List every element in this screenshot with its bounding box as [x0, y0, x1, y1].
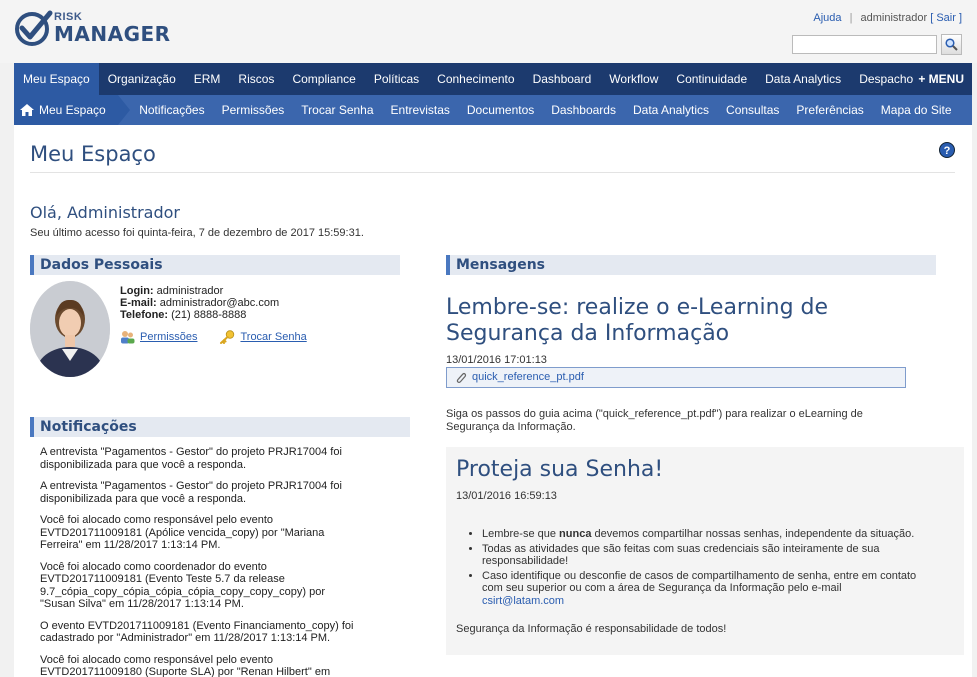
change-password-link[interactable]: Trocar Senha	[219, 330, 307, 344]
message-1-title: Lembre-se: realize o e-Learning de Segur…	[446, 295, 829, 346]
logo-text-main: MANAGER	[54, 22, 171, 46]
sub-nav-item-permissoes[interactable]: Permissões	[213, 95, 293, 125]
main-nav-item-workflow[interactable]: Workflow	[600, 63, 667, 95]
search-icon	[945, 38, 958, 51]
personal-data-heading: Dados Pessoais	[30, 255, 400, 275]
notification-item: A entrevista "Pagamentos - Gestor" do pr…	[40, 446, 342, 471]
main-nav-item-conhecimento[interactable]: Conhecimento	[428, 63, 523, 95]
last-access-text: Seu último acesso foi quinta-feira, 7 de…	[30, 227, 364, 239]
messages-heading: Mensagens	[446, 255, 936, 275]
sub-nav-item-mapa-do-site[interactable]: Mapa do Site	[872, 95, 960, 125]
message-1-body: Siga os passos do guia acima ("quick_ref…	[446, 408, 863, 433]
main-nav-item-politicas[interactable]: Políticas	[365, 63, 428, 95]
search-input[interactable]	[792, 35, 937, 54]
main-nav-item-organizacao[interactable]: Organização	[99, 63, 185, 95]
bracket-open: [	[930, 12, 934, 24]
sub-nav-item-documentos[interactable]: Documentos	[458, 95, 542, 125]
change-password-link-label: Trocar Senha	[240, 331, 307, 343]
email-label: E-mail:	[120, 297, 157, 309]
main-nav-item-compliance[interactable]: Compliance	[283, 63, 364, 95]
bracket-close: ]	[958, 12, 962, 24]
main-nav: Meu Espaço Organização ERM Riscos Compli…	[14, 63, 972, 95]
key-icon	[220, 330, 235, 344]
sub-nav-item-consultas[interactable]: Consultas	[718, 95, 788, 125]
main-nav-item-riscos[interactable]: Riscos	[229, 63, 283, 95]
message-2-bullets: Lembre-se que nunca devemos compartilhar…	[482, 528, 922, 609]
notification-item: Você foi alocado como coordenador do eve…	[40, 560, 325, 611]
phone-value: (21) 8888-8888	[171, 309, 247, 321]
phone-label: Telefone:	[120, 309, 169, 321]
separator: |	[849, 12, 853, 24]
users-icon	[121, 331, 135, 344]
page: RISK MANAGER Ajuda | administrador [ Sai…	[0, 0, 977, 677]
more-menu-button[interactable]: + MENU	[918, 63, 964, 95]
personal-info: Login: administrador E-mail: administrad…	[120, 285, 279, 321]
bullet-1-post: devemos compartilhar nossas senhas, inde…	[591, 528, 915, 540]
home-icon	[20, 104, 34, 116]
notifications-heading: Notificações	[30, 417, 410, 437]
main-nav-item-despacho[interactable]: Despacho	[850, 63, 922, 95]
avatar	[30, 281, 110, 377]
email-value: administrador@abc.com	[159, 297, 280, 309]
message-2-title: Proteja sua Senha!	[456, 457, 664, 482]
help-icon[interactable]: ?	[939, 142, 955, 158]
permissions-link-label: Permissões	[140, 331, 198, 343]
sub-nav-item-entrevistas[interactable]: Entrevistas	[382, 95, 458, 125]
bullet-3-text: Caso identifique ou desconfie de casos d…	[482, 569, 917, 595]
title-divider	[30, 172, 955, 173]
permissions-link[interactable]: Permissões	[120, 330, 197, 344]
notification-item: Você foi alocado como responsável pelo e…	[40, 514, 325, 551]
header: RISK MANAGER Ajuda | administrador [ Sai…	[0, 0, 977, 63]
greeting: Olá, Administrador	[30, 203, 180, 222]
logo[interactable]: RISK MANAGER	[14, 9, 170, 47]
message-2-footer: Segurança da Informação é responsabilida…	[456, 623, 727, 635]
content-area: Meu Espaço ? Olá, Administrador Seu últi…	[14, 125, 972, 677]
sub-nav: Meu Espaço Notificações Permissões Troca…	[14, 95, 972, 125]
sub-nav-home-label: Meu Espaço	[39, 103, 106, 117]
attachment-link[interactable]: quick_reference_pt.pdf	[472, 368, 584, 387]
main-nav-item-continuidade[interactable]: Continuidade	[667, 63, 756, 95]
attachment-box: quick_reference_pt.pdf	[446, 367, 906, 388]
logo-check-icon	[15, 10, 53, 46]
notifications-list: A entrevista "Pagamentos - Gestor" do pr…	[40, 446, 360, 677]
notification-item: O evento EVTD201711009181 (Evento Financ…	[40, 619, 354, 645]
bullet-item: Lembre-se que nunca devemos compartilhar…	[482, 528, 922, 541]
csirt-email-link[interactable]: csirt@latam.com	[482, 595, 564, 607]
main-nav-item-erm[interactable]: ERM	[185, 63, 230, 95]
message-1-date: 13/01/2016 17:01:13	[446, 354, 547, 366]
page-title: Meu Espaço	[30, 142, 156, 166]
notification-item: Você foi alocado como responsável pelo e…	[40, 653, 331, 677]
search-button[interactable]	[941, 34, 962, 55]
sub-nav-item-dashboards[interactable]: Dashboards	[543, 95, 625, 125]
sub-nav-item-data-analytics[interactable]: Data Analytics	[624, 95, 717, 125]
bullet-item: Todas as atividades que são feitas com s…	[482, 543, 922, 568]
sub-nav-home[interactable]: Meu Espaço	[14, 95, 130, 125]
bullet-item: Caso identifique ou desconfie de casos d…	[482, 570, 922, 608]
notification-item: A entrevista "Pagamentos - Gestor" do pr…	[40, 480, 342, 505]
sub-nav-item-notificacoes[interactable]: Notificações	[131, 95, 213, 125]
main-nav-item-data-analytics[interactable]: Data Analytics	[756, 63, 850, 95]
help-link[interactable]: Ajuda	[813, 12, 841, 24]
personal-links: Permissões Trocar Senha	[120, 330, 307, 344]
top-links: Ajuda | administrador [ Sair ]	[813, 12, 962, 24]
bullet-1-pre: Lembre-se que	[482, 528, 560, 540]
login-value: administrador	[156, 285, 224, 297]
message-2: Proteja sua Senha! 13/01/2016 16:59:13 L…	[446, 447, 964, 655]
main-nav-item-dashboard[interactable]: Dashboard	[524, 63, 601, 95]
message-1: Lembre-se: realize o e-Learning de Segur…	[446, 283, 936, 433]
paperclip-icon	[456, 372, 467, 383]
user-name: administrador	[860, 12, 928, 24]
sub-nav-item-trocar-senha[interactable]: Trocar Senha	[293, 95, 382, 125]
main-nav-item-meu-espaco[interactable]: Meu Espaço	[14, 63, 99, 95]
login-label: Login:	[120, 285, 154, 297]
bullet-1-bold: nunca	[559, 528, 592, 540]
message-2-date: 13/01/2016 16:59:13	[456, 490, 557, 502]
sub-nav-item-preferencias[interactable]: Preferências	[788, 95, 872, 125]
logout-link[interactable]: Sair	[936, 12, 956, 24]
